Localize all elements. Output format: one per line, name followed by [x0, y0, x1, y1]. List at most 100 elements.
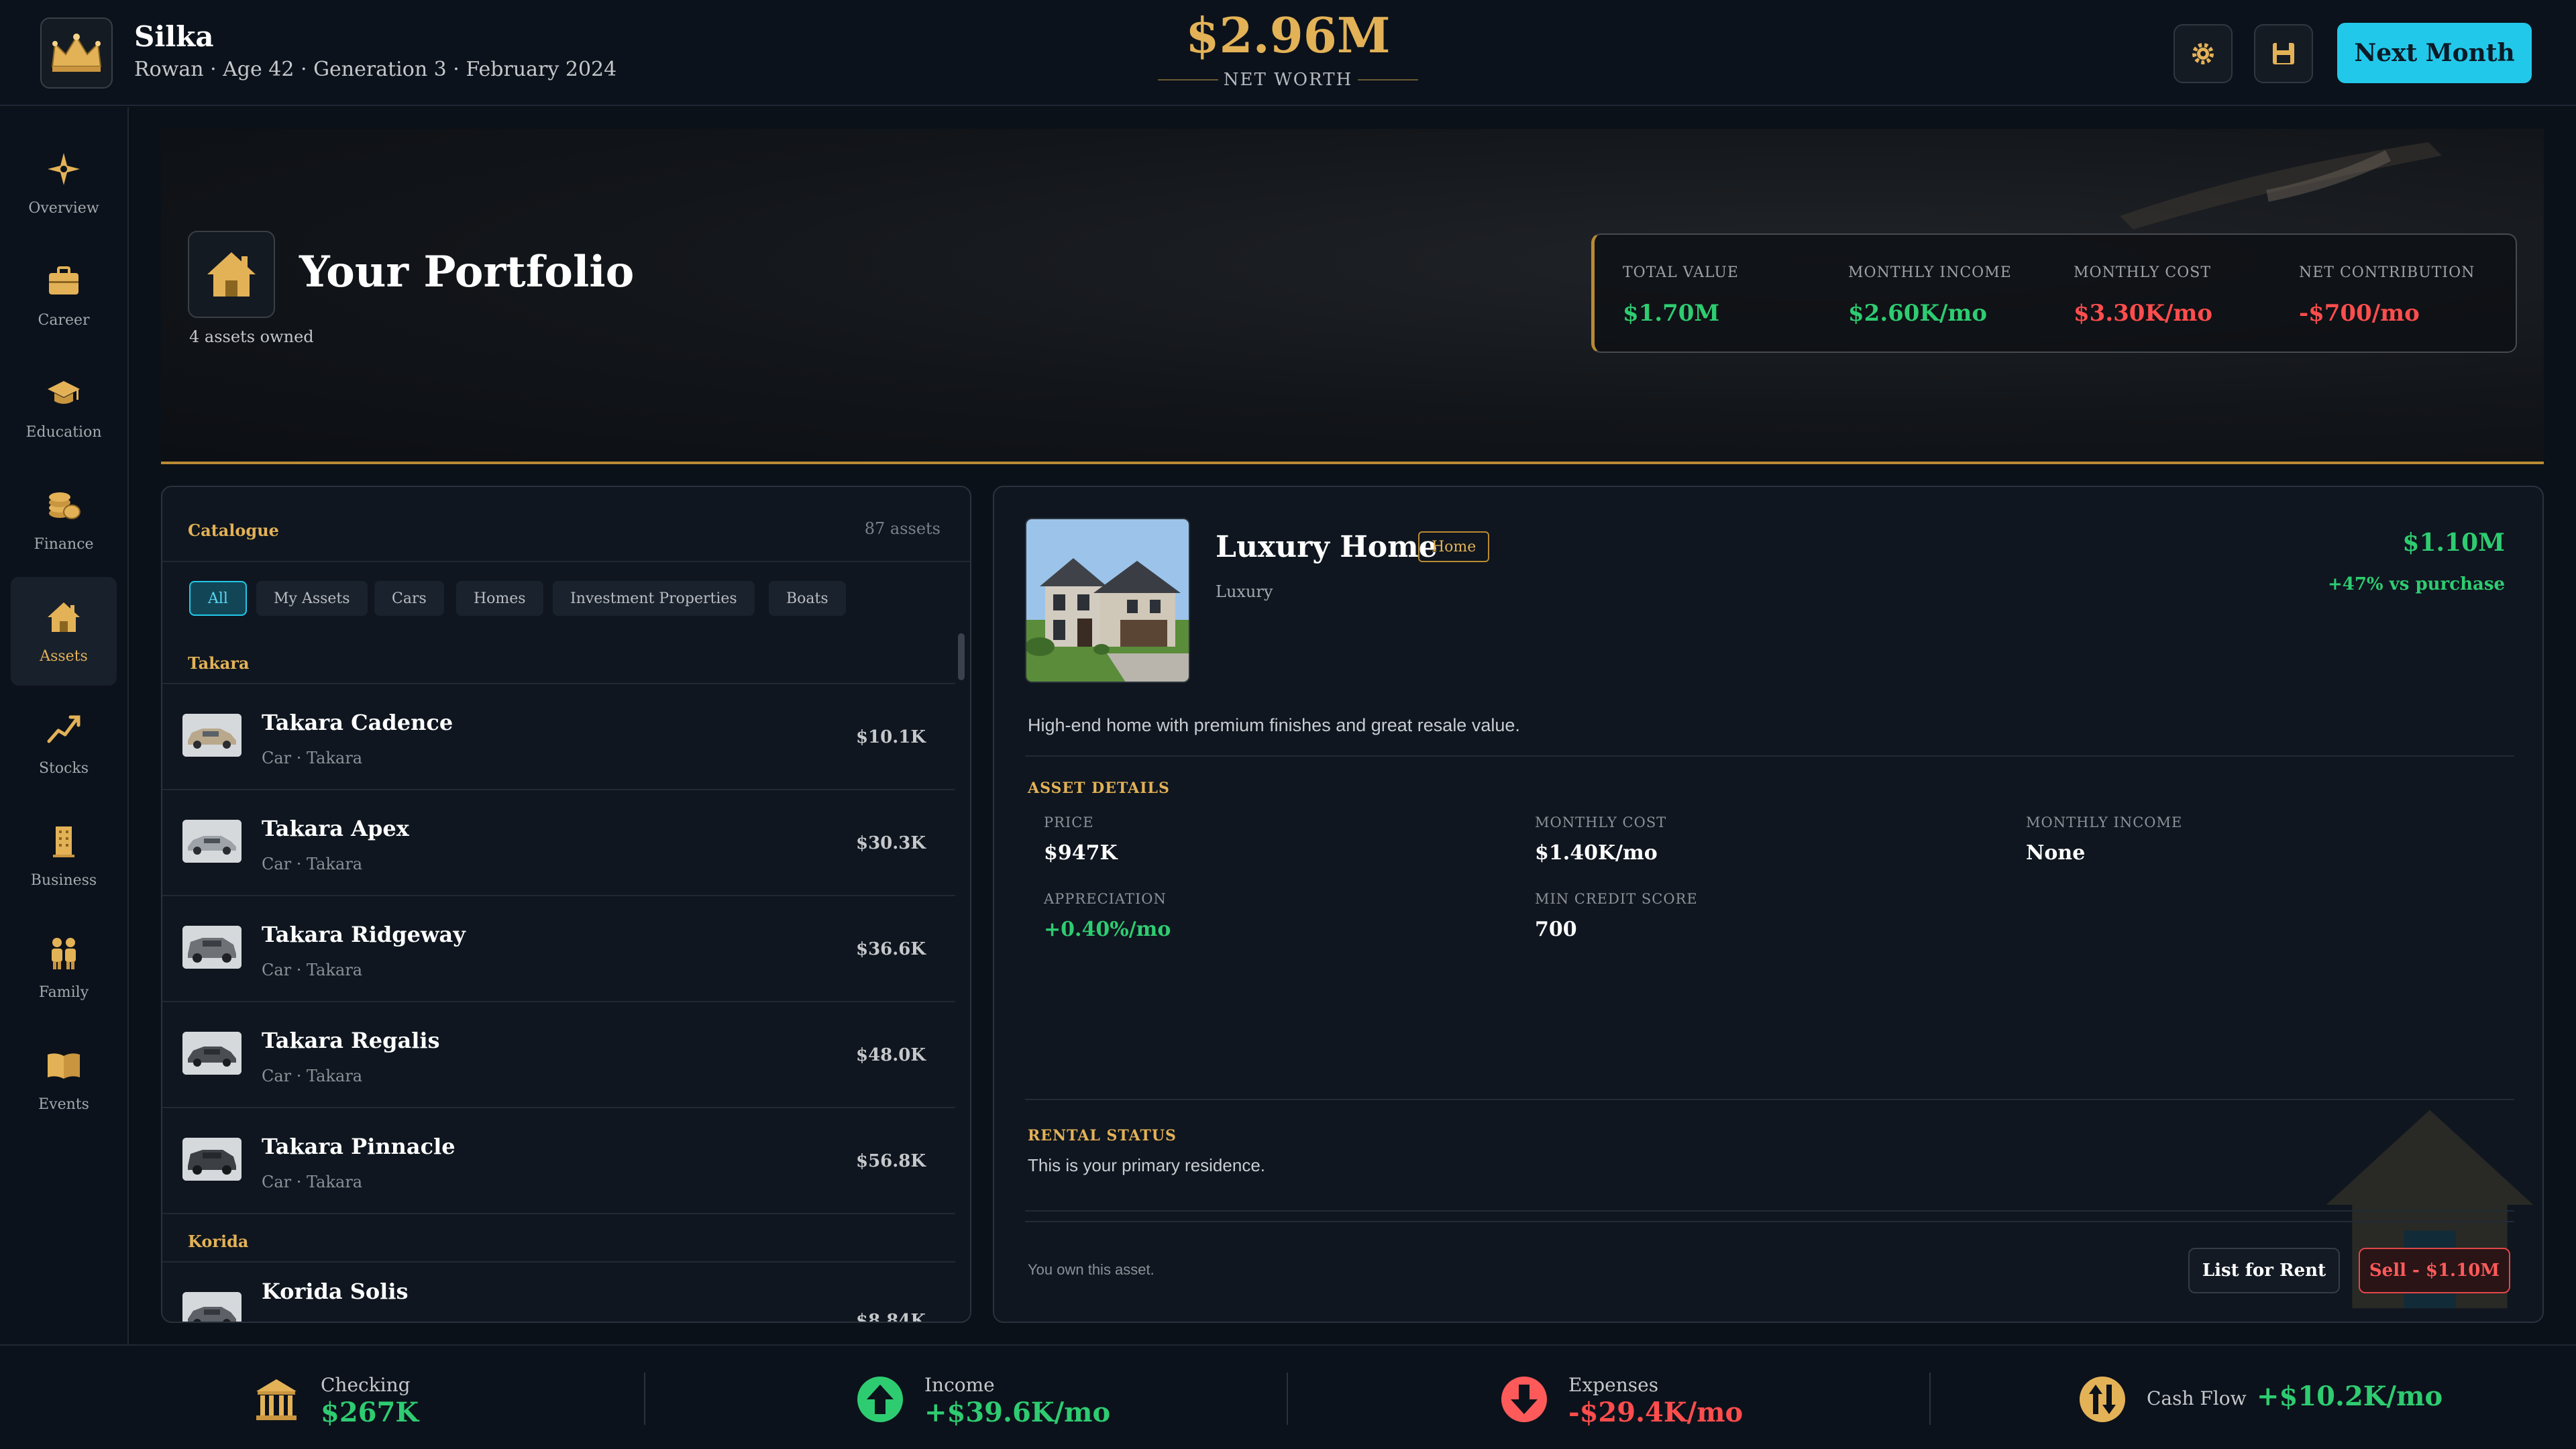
detail-price: PRICE $947K — [1044, 814, 1118, 865]
detail-appreciation: APPRECIATION +0.40%/mo — [1044, 891, 1171, 941]
divider — [1025, 755, 2514, 757]
save-icon — [2273, 43, 2294, 64]
sidebar-item-education[interactable]: Education — [11, 353, 117, 462]
settings-button[interactable] — [2174, 24, 2233, 83]
asset-subtitle: Car · Takara — [262, 1173, 363, 1191]
asset-type-badge: Home — [1418, 531, 1490, 562]
list-item[interactable]: Takara Pinnacle Car · Takara $56.8K — [162, 1108, 955, 1214]
sidebar-item-label: Events — [38, 1096, 89, 1113]
list-for-rent-button[interactable]: List for Rent — [2188, 1248, 2340, 1293]
footer-expenses: Expenses -$29.4K/mo — [1500, 1373, 1782, 1428]
asset-price: $10.1K — [855, 727, 926, 747]
divider — [1929, 1373, 1931, 1425]
stat-monthly-cost: MONTHLY COST $3.30K/mo — [2074, 264, 2212, 327]
luxury-home-photo — [1025, 518, 1190, 683]
net-worth-value: $2.96M — [1185, 7, 1391, 64]
car-thumbnail — [182, 1032, 241, 1075]
catalogue-scrollbar[interactable] — [958, 633, 965, 680]
finance-footer: Checking $267K Income +$39.6K/mo Expense… — [0, 1344, 2576, 1449]
asset-price: $48.0K — [855, 1045, 926, 1065]
sidebar-item-family[interactable]: Family — [11, 913, 117, 1022]
list-item[interactable]: Korida Solis $8.84K — [162, 1263, 955, 1323]
car-thumbnail — [182, 1138, 241, 1181]
stat-label: TOTAL VALUE — [1623, 264, 1739, 281]
asset-subtitle: Car · Takara — [262, 749, 363, 767]
top-bar: Silka Rowan · Age 42 · Generation 3 · Fe… — [0, 0, 2576, 106]
tab-homes[interactable]: Homes — [456, 581, 543, 616]
expenses-value: -$29.4K/mo — [1568, 1397, 1743, 1428]
coins-icon — [42, 484, 85, 527]
stat-value: $3.30K/mo — [2074, 300, 2213, 327]
sidebar-item-label: Family — [38, 984, 89, 1001]
car-thumbnail — [182, 820, 241, 863]
net-worth-divider — [1358, 79, 1418, 80]
sidebar-item-stocks[interactable]: Stocks — [11, 689, 117, 798]
sidebar-item-label: Education — [25, 424, 102, 441]
expenses-label: Expenses — [1568, 1374, 1659, 1396]
detail-label: APPRECIATION — [1044, 891, 1167, 907]
sidebar-item-events[interactable]: Events — [11, 1025, 117, 1134]
arrow-down-icon — [1501, 1377, 1547, 1422]
tab-boats[interactable]: Boats — [769, 581, 846, 616]
asset-name: Takara Pinnacle — [262, 1134, 455, 1159]
detail-value: $1.40K/mo — [1535, 841, 1658, 865]
asset-name: Takara Ridgeway — [262, 922, 466, 947]
detail-value: +0.40%/mo — [1044, 918, 1171, 941]
sidebar-item-overview[interactable]: Overview — [11, 129, 117, 237]
sell-button[interactable]: Sell - $1.10M — [2359, 1248, 2510, 1293]
sidebar-item-label: Assets — [40, 648, 88, 665]
next-month-button[interactable]: Next Month — [2337, 23, 2532, 83]
compass-icon — [42, 148, 85, 191]
asset-price: $8.84K — [855, 1311, 926, 1323]
list-item[interactable]: Takara Cadence Car · Takara $10.1K — [162, 684, 955, 790]
stat-label: NET CONTRIBUTION — [2299, 264, 2475, 281]
asset-value-change: +47% vs purchase — [2327, 574, 2505, 594]
tab-investment-properties[interactable]: Investment Properties — [553, 581, 755, 616]
detail-value: None — [2026, 841, 2086, 865]
assets-owned-count: 4 assets owned — [189, 327, 314, 346]
footer-income: Income +$39.6K/mo — [856, 1373, 1138, 1428]
sidebar-item-label: Business — [30, 872, 97, 889]
sidebar-item-label: Stocks — [38, 760, 89, 777]
asset-description: High-end home with premium finishes and … — [1028, 715, 1520, 735]
catalogue-title: Catalogue — [188, 521, 279, 540]
book-icon — [42, 1044, 85, 1087]
tab-all[interactable]: All — [189, 581, 247, 616]
catalogue-count: 87 assets — [864, 519, 941, 538]
stat-value: $1.70M — [1623, 300, 1720, 327]
hero-background-decoration — [2120, 142, 2442, 229]
arrow-up-icon — [857, 1377, 903, 1422]
list-item[interactable]: Takara Regalis Car · Takara $48.0K — [162, 1002, 955, 1108]
stat-monthly-income: MONTHLY INCOME $2.60K/mo — [1848, 264, 2012, 327]
list-item[interactable]: Takara Apex Car · Takara $30.3K — [162, 790, 955, 896]
briefcase-icon — [42, 260, 85, 303]
asset-name: Takara Regalis — [262, 1028, 440, 1053]
list-item[interactable]: Takara Ridgeway Car · Takara $36.6K — [162, 896, 955, 1002]
building-icon — [42, 820, 85, 863]
detail-monthly-income: MONTHLY INCOME None — [2026, 814, 2182, 865]
family-icon — [42, 932, 85, 975]
tab-my-assets[interactable]: My Assets — [256, 581, 368, 616]
asset-name: Takara Cadence — [262, 710, 453, 735]
cash-flow-icon — [2080, 1377, 2125, 1422]
asset-tier: Luxury — [1216, 582, 1273, 601]
tab-cars[interactable]: Cars — [374, 581, 444, 616]
cash-flow-label: Cash Flow — [2147, 1387, 2247, 1409]
sidebar-item-business[interactable]: Business — [11, 801, 117, 910]
asset-subtitle: Car · Takara — [262, 1067, 363, 1085]
ownership-status: You own this asset. — [1028, 1261, 1155, 1278]
sidebar-item-assets[interactable]: Assets — [11, 577, 117, 686]
detail-label: PRICE — [1044, 814, 1094, 830]
stat-label: MONTHLY INCOME — [1848, 264, 2012, 281]
sidebar-item-career[interactable]: Career — [11, 241, 117, 350]
asset-subtitle: Car · Takara — [262, 961, 363, 979]
crown-logo-icon — [40, 17, 113, 89]
sidebar-item-finance[interactable]: Finance — [11, 465, 117, 574]
save-button[interactable] — [2254, 24, 2313, 83]
footer-cash-flow: Cash Flow +$10.2K/mo — [2078, 1373, 2454, 1426]
checking-label: Checking — [321, 1374, 411, 1396]
group-header-takara: Takara — [188, 653, 250, 673]
detail-min-credit-score: MIN CREDIT SCORE 700 — [1535, 891, 1698, 941]
asset-price: $36.6K — [855, 939, 926, 959]
group-header-korida: Korida — [188, 1232, 249, 1251]
